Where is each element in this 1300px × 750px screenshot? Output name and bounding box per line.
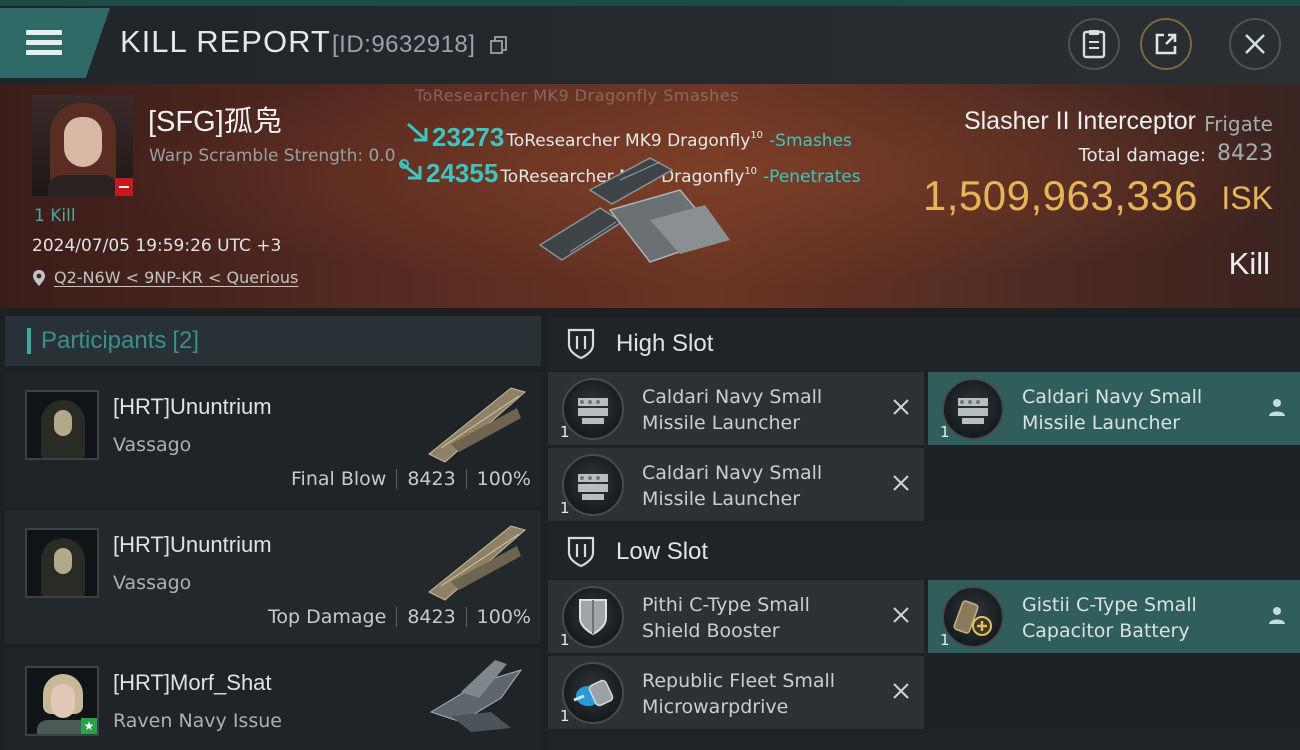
participant-stats: Final Blow 8423 100% — [291, 468, 531, 490]
participant-card[interactable]: [HRT]Ununtrium Vassago Top Damage 8423 1… — [5, 510, 541, 644]
module-name: Republic Fleet Small Microwarpdrive — [642, 670, 836, 718]
module-quantity: 1 — [560, 499, 570, 517]
dropped-person-icon — [1269, 607, 1285, 624]
menu-icon — [26, 30, 62, 56]
participant-avatar — [25, 390, 99, 460]
copy-icon[interactable] — [490, 36, 508, 54]
victim-ship-name[interactable]: Slasher II Interceptor — [964, 107, 1196, 136]
share-button[interactable] — [1140, 18, 1192, 70]
penetrate-arrow-icon — [399, 159, 422, 180]
location-link[interactable]: Q2-N6W < 9NP-KR < Querious — [32, 268, 298, 287]
damage-feed-line: 23273 ToResearcher MK9 Dragonfly 10 -Smas… — [404, 120, 852, 153]
participant-ship-render — [428, 387, 527, 463]
participant-ship: Raven Navy Issue — [113, 710, 282, 732]
module-quantity: 1 — [560, 631, 570, 649]
location-text: Q2-N6W < 9NP-KR < Querious — [54, 268, 299, 287]
module-item[interactable]: 1 Gistii C-Type Small Capacitor Battery — [928, 580, 1300, 653]
participant-ship-render — [428, 525, 527, 601]
victim-ship-render — [538, 157, 730, 263]
missile-launcher-icon — [562, 454, 624, 516]
module-name: Pithi C-Type Small Shield Booster — [642, 594, 810, 642]
victim-portrait[interactable] — [32, 95, 133, 196]
participant-ship-render — [429, 660, 523, 732]
module-quantity: 1 — [940, 423, 950, 441]
kill-count: 1 Kill — [34, 206, 76, 226]
close-icon — [1245, 34, 1265, 54]
participant-role: Top Damage — [268, 606, 387, 628]
participant-damage: 8423 — [407, 468, 456, 490]
close-button[interactable] — [1229, 18, 1281, 70]
clipboard-button[interactable] — [1068, 18, 1120, 70]
star-badge-icon: ★ — [81, 718, 97, 734]
warp-scramble-strength: Warp Scramble Strength: 0.0 — [149, 146, 396, 166]
page-title: KILL REPORT — [120, 24, 331, 59]
kill-datetime: 2024/07/05 19:59:26 UTC +3 — [32, 236, 282, 256]
top-accent-line — [0, 0, 1300, 6]
participant-percent: 100% — [476, 468, 531, 490]
dropped-person-icon — [1269, 399, 1285, 416]
participant-name: [HRT]Morf_Shat — [113, 670, 272, 695]
low-slot-header: Low Slot — [548, 526, 1300, 578]
high-slot-header: High Slot — [548, 318, 1300, 370]
module-name: Caldari Navy Small Missile Launcher — [642, 462, 823, 510]
module-item[interactable]: 1 Pithi C-Type Small Shield Booster — [548, 580, 924, 653]
kill-outcome: Kill — [1228, 246, 1270, 281]
participant-damage: 8423 — [407, 606, 456, 628]
kill-badge-icon — [115, 178, 133, 196]
smash-arrow-icon — [407, 122, 428, 142]
isk-unit: ISK — [1221, 180, 1273, 216]
damage-feed-faded: ToResearcher MK9 Dragonfly Smashes — [415, 86, 739, 105]
total-damage-value: 8423 — [1217, 141, 1273, 166]
destroyed-x-icon — [893, 399, 909, 415]
participant-card[interactable]: [HRT]Ununtrium Vassago Final Blow 8423 1… — [5, 372, 541, 506]
victim-name[interactable]: [SFG]孤凫 — [148, 98, 282, 140]
destroyed-x-icon — [893, 607, 909, 623]
module-item[interactable]: 1 Caldari Navy Small Missile Launcher — [928, 372, 1300, 445]
participant-avatar — [25, 528, 99, 598]
participant-role: Final Blow — [291, 468, 387, 490]
microwarpdrive-icon — [562, 662, 624, 724]
module-quantity: 1 — [560, 707, 570, 725]
low-slot-label: Low Slot — [616, 538, 709, 565]
capacitor-battery-icon — [942, 586, 1004, 648]
participant-name: [HRT]Ununtrium — [113, 394, 272, 419]
report-id: [ID:9632918] — [332, 31, 476, 58]
total-damage-label: Total damage: — [1078, 145, 1206, 166]
high-slot-icon — [567, 328, 595, 360]
participant-ship: Vassago — [113, 434, 192, 456]
participants-label: Participants — [41, 327, 167, 354]
module-item[interactable]: 1 Republic Fleet Small Microwarpdrive — [548, 656, 924, 729]
clipboard-icon — [1082, 30, 1106, 59]
module-item[interactable]: 1 Caldari Navy Small Missile Launcher — [548, 448, 924, 521]
participant-name: [HRT]Ununtrium — [113, 532, 272, 557]
participants-tab[interactable]: Participants [2] — [5, 316, 541, 366]
participant-stats: Top Damage 8423 100% — [268, 606, 531, 628]
location-pin-icon — [33, 269, 45, 286]
participant-card[interactable]: ★ [HRT]Morf_Shat Raven Navy Issue — [5, 648, 541, 750]
share-icon — [1155, 33, 1177, 55]
tab-indicator — [27, 328, 31, 354]
module-item[interactable]: 1 Caldari Navy Small Missile Launcher — [548, 372, 924, 445]
isk-value: 1,509,963,336 — [922, 172, 1198, 219]
destroyed-x-icon — [893, 683, 909, 699]
participant-percent: 100% — [476, 606, 531, 628]
low-slot-icon — [567, 536, 595, 568]
module-quantity: 1 — [560, 423, 570, 441]
next-slot-header — [548, 734, 1300, 750]
module-name: Caldari Navy Small Missile Launcher — [642, 386, 823, 434]
participant-avatar: ★ — [25, 666, 99, 736]
missile-launcher-icon — [562, 378, 624, 440]
participants-count: [2] — [172, 327, 200, 354]
module-name: Caldari Navy Small Missile Launcher — [1022, 386, 1203, 434]
module-quantity: 1 — [940, 631, 950, 649]
high-slot-label: High Slot — [616, 330, 714, 357]
destroyed-x-icon — [893, 475, 909, 491]
module-name: Gistii C-Type Small Capacitor Battery — [1022, 594, 1197, 642]
participant-ship: Vassago — [113, 572, 192, 594]
shield-booster-icon — [562, 586, 624, 648]
missile-launcher-icon — [942, 378, 1004, 440]
victim-ship-class: Frigate — [1204, 112, 1273, 136]
